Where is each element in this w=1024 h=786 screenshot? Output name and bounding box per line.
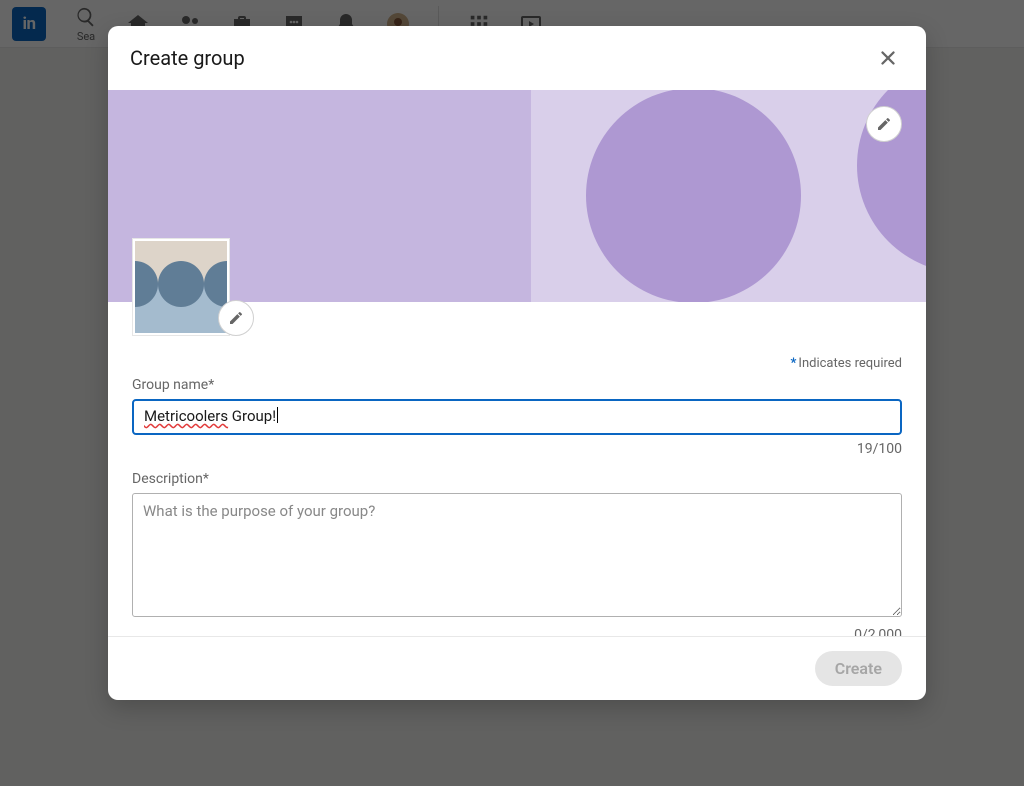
decorative-circle — [586, 90, 801, 302]
cover-banner — [108, 90, 926, 302]
close-icon — [877, 47, 899, 69]
modal-footer: Create — [108, 636, 926, 700]
group-name-input[interactable]: Metricoolers Group! — [132, 399, 902, 435]
form-area: *Indicates required Group name* Metricoo… — [108, 302, 926, 636]
description-input[interactable] — [132, 493, 902, 617]
required-indicator: *Indicates required — [132, 356, 902, 371]
create-button[interactable]: Create — [815, 651, 902, 686]
group-logo-placeholder — [132, 238, 230, 336]
group-logo-area — [132, 238, 230, 336]
group-name-counter: 19/100 — [132, 441, 902, 457]
modal-header: Create group — [108, 26, 926, 90]
edit-logo-button[interactable] — [218, 300, 254, 336]
group-name-value-misspelled: Metricoolers — [144, 407, 228, 425]
group-name-value-suffix: Group! — [228, 407, 276, 425]
description-label: Description* — [132, 471, 902, 487]
pencil-icon — [876, 116, 892, 132]
close-button[interactable] — [872, 42, 904, 74]
edit-cover-button[interactable] — [866, 106, 902, 142]
create-group-modal: Create group — [108, 26, 926, 700]
group-name-label: Group name* — [132, 377, 902, 393]
pencil-icon — [228, 310, 244, 326]
modal-title: Create group — [130, 46, 245, 70]
description-counter: 0/2,000 — [132, 627, 902, 636]
required-note-text: Indicates required — [798, 356, 902, 371]
modal-body: *Indicates required Group name* Metricoo… — [108, 90, 926, 636]
